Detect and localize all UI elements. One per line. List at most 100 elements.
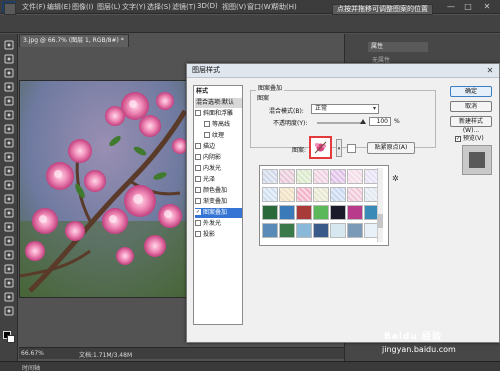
style-item[interactable]: 外发光 bbox=[195, 219, 242, 229]
checkbox-icon[interactable] bbox=[195, 219, 201, 226]
menu-item-4[interactable]: 文字(Y) bbox=[122, 2, 146, 12]
styles-header[interactable]: 样式 bbox=[195, 87, 242, 97]
blend-options-item[interactable]: 混合选项:默认 bbox=[195, 98, 242, 108]
hand-tool-icon[interactable] bbox=[3, 292, 15, 302]
pattern-thumbnail[interactable] bbox=[330, 187, 346, 202]
blur-tool-icon[interactable] bbox=[3, 208, 15, 218]
peach-blossom-photo[interactable] bbox=[19, 80, 189, 298]
path-select-icon[interactable] bbox=[3, 264, 15, 274]
lasso-tool-icon[interactable] bbox=[3, 68, 15, 78]
new-preset-icon[interactable] bbox=[347, 144, 356, 153]
blend-mode-select[interactable]: 正常 ▾ bbox=[311, 104, 379, 114]
pattern-thumbnail[interactable] bbox=[347, 187, 363, 202]
document-tab[interactable]: 3.jpg @ 66.7% (图层 1, RGB/8#) * bbox=[19, 34, 129, 47]
opacity-slider-thumb[interactable] bbox=[360, 119, 366, 124]
menu-item-3[interactable]: 图层(L) bbox=[97, 2, 120, 12]
menu-item-7[interactable]: 3D(D) bbox=[197, 2, 218, 10]
shape-tool-icon[interactable] bbox=[3, 278, 15, 288]
properties-tab[interactable]: 属性 bbox=[368, 42, 428, 52]
style-item[interactable]: ✓ 图案叠加 bbox=[195, 208, 242, 218]
pattern-swatch[interactable] bbox=[309, 136, 332, 159]
pattern-thumbnail[interactable] bbox=[313, 169, 329, 184]
pattern-thumbnail[interactable] bbox=[330, 169, 346, 184]
pattern-thumbnail[interactable] bbox=[347, 169, 363, 184]
menu-item-0[interactable]: 文件(F) bbox=[22, 2, 46, 12]
pattern-thumbnail[interactable] bbox=[313, 205, 329, 220]
pattern-thumbnail[interactable] bbox=[262, 169, 278, 184]
eraser-tool-icon[interactable] bbox=[3, 180, 15, 190]
style-item[interactable]: 光泽 bbox=[195, 175, 242, 185]
pattern-thumbnail[interactable] bbox=[262, 205, 278, 220]
checkbox-icon[interactable] bbox=[204, 131, 210, 138]
maximize-button[interactable]: □ bbox=[463, 2, 473, 12]
checkbox-icon[interactable] bbox=[195, 230, 201, 237]
pen-tool-icon[interactable] bbox=[3, 236, 15, 246]
eyedropper-tool-icon[interactable] bbox=[3, 110, 15, 120]
style-item[interactable]: 颜色叠加 bbox=[195, 186, 242, 196]
checkbox-icon[interactable] bbox=[195, 109, 201, 116]
style-item[interactable]: 投影 bbox=[195, 230, 242, 240]
checkbox-icon[interactable] bbox=[195, 197, 201, 204]
quick-select-tool-icon[interactable] bbox=[3, 82, 15, 92]
clone-stamp-icon[interactable] bbox=[3, 152, 15, 162]
opacity-input[interactable]: 100 bbox=[369, 117, 391, 126]
style-item[interactable]: 渐变叠加 bbox=[195, 197, 242, 207]
menu-item-2[interactable]: 图像(I) bbox=[72, 2, 94, 12]
ok-button[interactable]: 确定 bbox=[450, 86, 492, 97]
gradient-tool-icon[interactable] bbox=[3, 194, 15, 204]
dialog-close-button[interactable]: ✕ bbox=[483, 65, 497, 76]
type-tool-icon[interactable] bbox=[3, 250, 15, 260]
move-tool-icon[interactable] bbox=[4, 3, 16, 15]
pattern-thumbnail[interactable] bbox=[313, 187, 329, 202]
pattern-thumbnail[interactable] bbox=[330, 205, 346, 220]
dodge-tool-icon[interactable] bbox=[3, 222, 15, 232]
menu-item-9[interactable]: 窗口(W) bbox=[247, 2, 273, 12]
opacity-slider[interactable] bbox=[317, 122, 363, 124]
crop-tool-icon[interactable] bbox=[3, 96, 15, 106]
menu-item-1[interactable]: 编辑(E) bbox=[47, 2, 71, 12]
snap-to-origin-button[interactable]: 贴紧原点(A) bbox=[367, 142, 415, 154]
zoom-level[interactable]: 66.67% bbox=[21, 350, 44, 357]
pattern-thumbnail[interactable] bbox=[279, 187, 295, 202]
healing-brush-icon[interactable] bbox=[3, 124, 15, 134]
menu-item-8[interactable]: 视图(V) bbox=[222, 2, 246, 12]
pattern-thumbnail[interactable] bbox=[330, 223, 346, 238]
pattern-thumbnail[interactable] bbox=[279, 205, 295, 220]
style-item[interactable]: 纹理 bbox=[195, 131, 242, 141]
checkbox-icon[interactable] bbox=[204, 120, 210, 127]
pattern-thumbnail[interactable] bbox=[347, 223, 363, 238]
style-item[interactable]: 内发光 bbox=[195, 164, 242, 174]
checkbox-checked-icon[interactable]: ✓ bbox=[195, 208, 201, 215]
cancel-button[interactable]: 取消 bbox=[450, 101, 492, 112]
menu-item-6[interactable]: 滤镜(T) bbox=[172, 2, 196, 12]
pattern-thumbnail[interactable] bbox=[262, 187, 278, 202]
new-style-button[interactable]: 新建样式(W)... bbox=[450, 116, 492, 134]
preview-checkbox[interactable]: ✓ 预览(V) bbox=[455, 133, 484, 142]
pattern-thumbnail[interactable] bbox=[262, 223, 278, 238]
pattern-thumbnail[interactable] bbox=[296, 205, 312, 220]
style-item[interactable]: 等高线 bbox=[195, 120, 242, 130]
style-item[interactable]: 内阴影 bbox=[195, 153, 242, 163]
picker-scrollbar[interactable] bbox=[377, 168, 383, 242]
pattern-thumbnail[interactable] bbox=[313, 223, 329, 238]
checkbox-icon[interactable] bbox=[195, 164, 201, 171]
pattern-thumbnail[interactable] bbox=[296, 187, 312, 202]
checkbox-icon[interactable] bbox=[195, 186, 201, 193]
marquee-tool-icon[interactable] bbox=[3, 54, 15, 64]
pattern-thumbnail[interactable] bbox=[347, 205, 363, 220]
checkbox-icon[interactable] bbox=[195, 175, 201, 182]
history-brush-icon[interactable] bbox=[3, 166, 15, 176]
menu-item-10[interactable]: 帮助(H) bbox=[272, 2, 297, 12]
background-color-swatch[interactable] bbox=[7, 335, 15, 343]
checkbox-icon[interactable] bbox=[195, 153, 201, 160]
brush-tool-icon[interactable] bbox=[3, 138, 15, 148]
menu-item-5[interactable]: 选择(S) bbox=[147, 2, 171, 12]
close-window-button[interactable]: ✕ bbox=[482, 2, 492, 12]
checkbox-icon[interactable] bbox=[195, 142, 201, 149]
style-item[interactable]: 描边 bbox=[195, 142, 242, 152]
pattern-thumbnail[interactable] bbox=[296, 169, 312, 184]
minimize-button[interactable]: — bbox=[446, 2, 456, 12]
pattern-thumbnail[interactable] bbox=[296, 223, 312, 238]
timeline-label[interactable]: 时间轴 bbox=[22, 363, 40, 371]
move-tool-icon[interactable] bbox=[3, 40, 15, 50]
